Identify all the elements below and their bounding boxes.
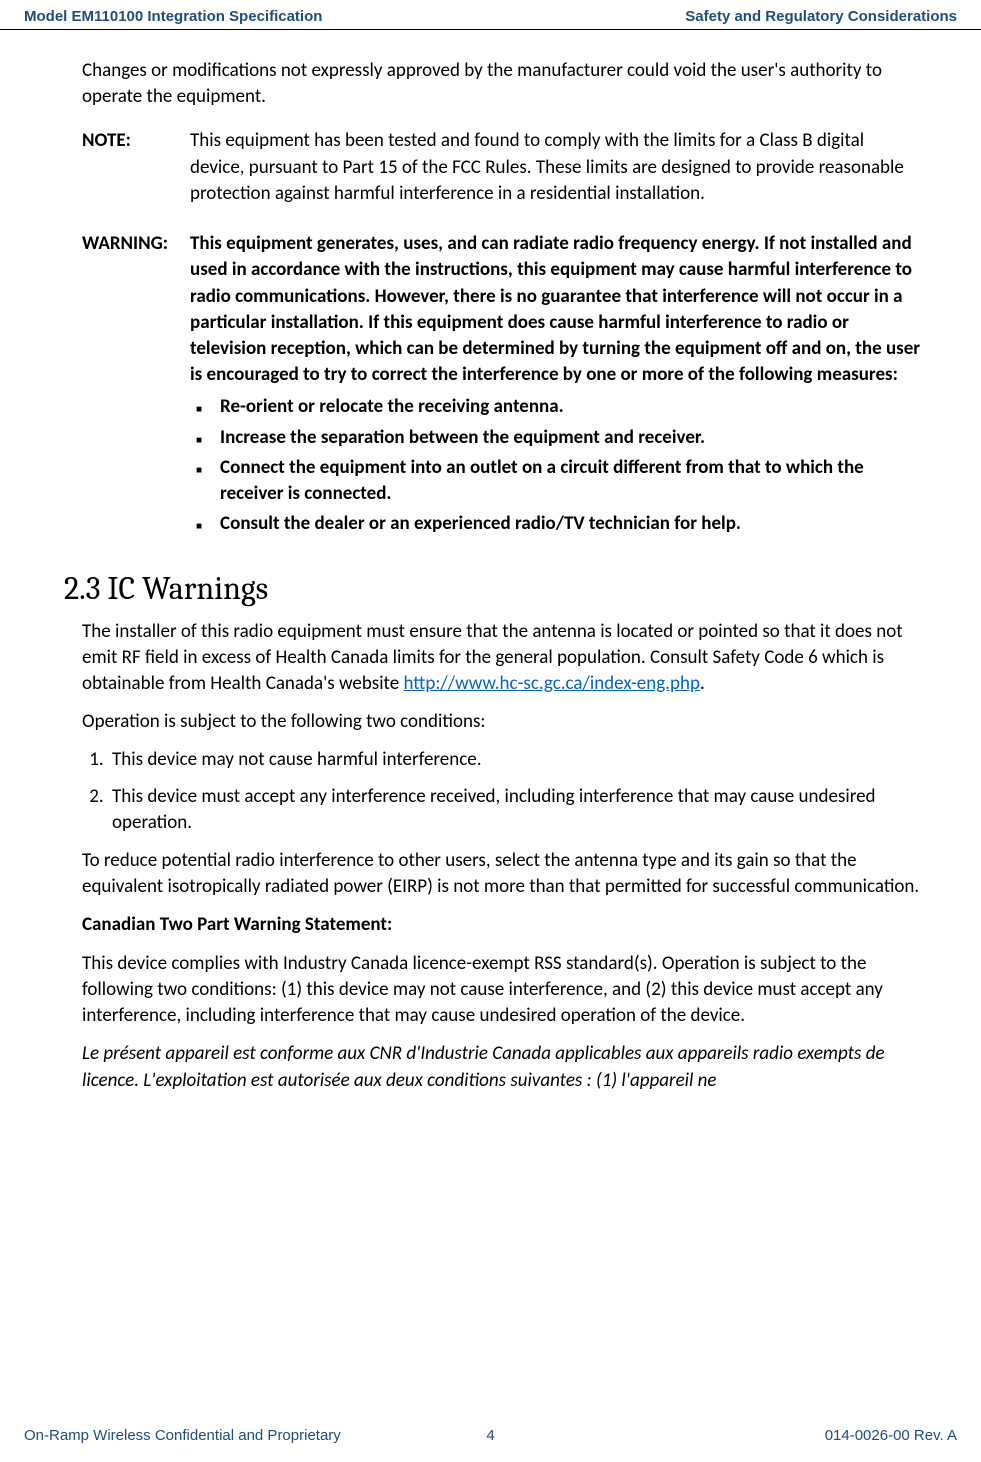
header-left: Model EM110100 Integration Specification	[24, 8, 322, 25]
list-item: This device may not cause harmful interf…	[108, 747, 921, 773]
warning-bullets: ■ Re-orient or relocate the receiving an…	[190, 394, 921, 537]
health-canada-link[interactable]: http://www.hc-sc.gc.ca/index-eng.php	[403, 672, 699, 695]
warning-content: This equipment generates, uses, and can …	[190, 231, 921, 541]
section-heading: 2.3 IC Warnings	[64, 570, 921, 607]
list-item: ■ Consult the dealer or an experienced r…	[190, 511, 921, 537]
note-label: NOTE:	[82, 128, 190, 207]
section-p6: Le présent appareil est conforme aux CNR…	[82, 1041, 921, 1093]
header-right: Safety and Regulatory Considerations	[685, 8, 957, 25]
note-text: This equipment has been tested and found…	[190, 128, 921, 207]
footer-page-number: 4	[486, 1427, 494, 1444]
bullet-icon: ■	[196, 402, 202, 416]
section-p4-title: Canadian Two Part Warning Statement:	[82, 912, 921, 938]
warning-block: WARNING: This equipment generates, uses,…	[82, 231, 921, 541]
bullet-icon: ■	[196, 433, 202, 447]
footer-left: On-Ramp Wireless Confidential and Propri…	[24, 1427, 341, 1444]
bullet-icon: ■	[196, 463, 202, 477]
footer-right: 014-0026-00 Rev. A	[825, 1427, 957, 1444]
section-p5: This device complies with Industry Canad…	[82, 951, 921, 1030]
section-p1: The installer of this radio equipment mu…	[82, 619, 921, 698]
list-item: ■ Increase the separation between the eq…	[190, 425, 921, 451]
list-item: ■ Re-orient or relocate the receiving an…	[190, 394, 921, 420]
list-item: This device must accept any interference…	[108, 784, 921, 836]
warning-label: WARNING:	[82, 231, 190, 541]
list-item: ■ Connect the equipment into an outlet o…	[190, 455, 921, 507]
p1-post: .	[700, 672, 705, 695]
note-block: NOTE: This equipment has been tested and…	[82, 128, 921, 207]
page-content: Changes or modifications not expressly a…	[0, 30, 981, 1094]
section-p2: Operation is subject to the following tw…	[82, 709, 921, 735]
page-footer: On-Ramp Wireless Confidential and Propri…	[24, 1427, 957, 1444]
numbered-list: This device may not cause harmful interf…	[82, 747, 921, 836]
section-body: The installer of this radio equipment mu…	[64, 619, 921, 1094]
bullet-icon: ■	[196, 519, 202, 533]
bullet-text: Connect the equipment into an outlet on …	[220, 455, 921, 507]
intro-paragraph: Changes or modifications not expressly a…	[82, 58, 921, 110]
bullet-text: Re-orient or relocate the receiving ante…	[220, 394, 921, 420]
page-header: Model EM110100 Integration Specification…	[0, 0, 981, 30]
warning-text: This equipment generates, uses, and can …	[190, 232, 920, 386]
bullet-text: Increase the separation between the equi…	[220, 425, 921, 451]
bullet-text: Consult the dealer or an experienced rad…	[220, 511, 921, 537]
section-p3: To reduce potential radio interference t…	[82, 848, 921, 900]
